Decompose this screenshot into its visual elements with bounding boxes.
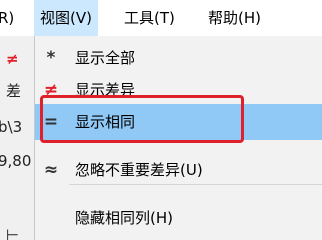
menu-item-hide-same-columns[interactable]: 隐藏相同列(H)	[35, 200, 322, 236]
menu-view[interactable]: 视图(V)	[34, 0, 98, 36]
menu-item-ignore-unimportant[interactable]: ≈ 忽略不重要差异(U)	[35, 152, 322, 188]
menu-item-show-all[interactable]: * 显示全部	[35, 40, 322, 76]
menu-item-label: 显示差异	[75, 81, 136, 99]
background-label: 差	[6, 82, 22, 100]
menu-tools[interactable]: 工具(T)	[124, 0, 175, 36]
menu-item-show-same[interactable]: = 显示相同	[35, 104, 322, 140]
menu-bar: R) 视图(V) 工具(T) 帮助(H)	[0, 0, 322, 36]
view-dropdown-menu: * 显示全部 ≠ 显示差异 = 显示相同 ≈ 忽略不重要差异(U) 隐藏相同列(…	[34, 36, 322, 240]
menu-item-label: 隐藏相同列(H)	[75, 209, 173, 227]
menu-partial-item[interactable]: R)	[0, 0, 14, 36]
background-cell: 9,80	[0, 152, 32, 170]
menu-item-label: 忽略不重要差异(U)	[75, 161, 203, 179]
menu-item-show-differences[interactable]: ≠ 显示差异	[35, 72, 322, 108]
background-cell: b\3	[0, 118, 23, 136]
not-equal-icon: ≠	[43, 80, 59, 100]
background-cell: ⊢	[6, 226, 20, 240]
menu-help[interactable]: 帮助(H)	[208, 0, 261, 36]
not-equal-icon: ≠	[6, 50, 19, 68]
menu-item-label: 显示全部	[75, 49, 136, 67]
asterisk-icon: *	[46, 48, 56, 68]
menu-item-label: 显示相同	[75, 113, 136, 131]
background-window: ≠ 差 b\3 9,80 ⊢	[0, 36, 34, 240]
equals-icon: =	[43, 112, 59, 132]
approx-equal-icon: ≈	[43, 160, 59, 180]
